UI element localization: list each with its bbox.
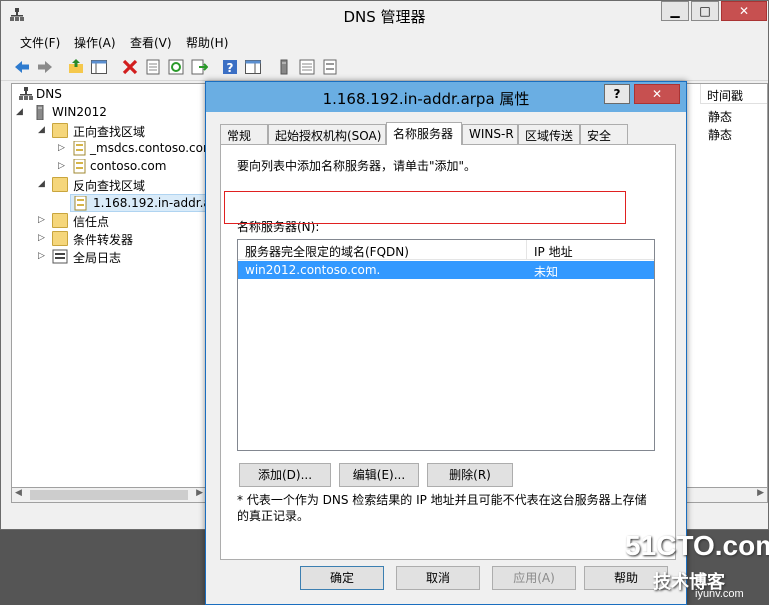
export-list-icon[interactable] <box>190 58 208 76</box>
tree-node-label: 反向查找区域 <box>73 179 146 193</box>
ip-column-header[interactable]: IP 地址 <box>534 243 573 260</box>
dialog-title: 1.168.192.in-addr.arpa 属性 <box>322 90 530 108</box>
collapse-arrow-icon[interactable]: ◢ <box>38 125 48 135</box>
menu-action[interactable]: 操作(A) <box>74 34 116 51</box>
maximize-button[interactable]: □ <box>691 1 719 21</box>
tree-node-label: 1.168.192.in-addr.arpa <box>93 196 206 210</box>
folder-icon <box>52 123 68 138</box>
ip-cell: 未知 <box>534 265 559 279</box>
name-servers-label: 名称服务器(N): <box>237 220 320 234</box>
tree-node-label: 信任点 <box>73 215 110 229</box>
delete-icon[interactable] <box>121 58 139 76</box>
properties-icon[interactable] <box>144 58 162 76</box>
menu-bar: 文件(F) 操作(A) 查看(V) 帮助(H) <box>1 31 768 51</box>
zone-file-icon <box>73 159 86 174</box>
dialog-help-button[interactable]: ? <box>604 84 630 104</box>
console-tree: DNS ◢ WIN2012 ◢ 正向查找区域 ▷ _msdcs.contoso.… <box>11 83 207 503</box>
fqdn-cell: win2012.contoso.com. <box>245 263 381 277</box>
folder-icon <box>52 231 68 246</box>
server-icon[interactable] <box>275 58 293 76</box>
dns-root-icon <box>19 87 33 100</box>
tree-node-label: contoso.com <box>90 159 167 173</box>
menu-view[interactable]: 查看(V) <box>130 34 172 51</box>
help-icon[interactable]: ? <box>221 58 239 76</box>
instruction-text: 要向列表中添加名称服务器，请单击"添加"。 <box>237 159 477 173</box>
ok-button[interactable]: 确定 <box>300 566 384 590</box>
title-bar: DNS 管理器 ▁ □ ✕ <box>1 1 768 30</box>
scroll-right-icon[interactable]: ▶ <box>757 488 764 498</box>
tab-zone-transfers[interactable]: 区域传送 <box>518 124 580 144</box>
tree-horizontal-scrollbar[interactable]: ◀ ▶ <box>11 487 207 503</box>
table-row[interactable]: win2012.contoso.com. 未知 <box>238 261 654 279</box>
scroll-left-icon[interactable]: ◀ <box>15 488 22 498</box>
collapse-arrow-icon[interactable]: ◢ <box>38 179 48 189</box>
cancel-button[interactable]: 取消 <box>396 566 480 590</box>
folder-icon <box>52 213 68 228</box>
timestamp-cell: 静态 <box>708 128 733 142</box>
menu-help[interactable]: 帮助(H) <box>186 34 228 51</box>
expand-arrow-icon[interactable]: ▷ <box>58 161 68 171</box>
tab-soa[interactable]: 起始授权机构(SOA) <box>268 124 386 144</box>
refresh-icon[interactable] <box>167 58 185 76</box>
watermark-site: 51CTO.com <box>625 530 769 561</box>
expand-arrow-icon[interactable]: ▷ <box>38 233 48 243</box>
timestamp-cell: 静态 <box>708 110 733 124</box>
scroll-thumb[interactable] <box>30 490 188 500</box>
up-folder-icon[interactable] <box>67 58 85 76</box>
zone-list-icon[interactable] <box>298 58 316 76</box>
timestamp-column-header[interactable]: 时间戳 <box>700 84 767 104</box>
list-header: 服务器完全限定的域名(FQDN) IP 地址 <box>238 240 654 260</box>
dialog-close-button[interactable]: ✕ <box>634 84 680 104</box>
tree-node-label: 全局日志 <box>73 251 122 265</box>
show-console-tree-icon[interactable] <box>90 58 108 76</box>
tab-security[interactable]: 安全 <box>580 124 628 144</box>
remove-button[interactable]: 删除(R) <box>427 463 513 487</box>
folder-icon <box>52 177 68 192</box>
name-servers-list[interactable]: 服务器完全限定的域名(FQDN) IP 地址 win2012.contoso.c… <box>237 239 655 451</box>
tree-node-label: 正向查找区域 <box>73 125 146 139</box>
scroll-right-icon[interactable]: ▶ <box>196 488 203 498</box>
edit-button[interactable]: 编辑(E)... <box>339 463 419 487</box>
column-separator <box>526 240 527 260</box>
tree-node-label: WIN2012 <box>52 105 107 119</box>
expand-arrow-icon[interactable]: ▷ <box>38 215 48 225</box>
expand-arrow-icon[interactable]: ▷ <box>38 251 48 261</box>
dialog-button-row: 确定 取消 应用(A) 帮助 <box>206 566 686 596</box>
name-servers-panel: 要向列表中添加名称服务器，请单击"添加"。 名称服务器(N): 服务器完全限定的… <box>220 144 676 560</box>
properties-dialog: 1.168.192.in-addr.arpa 属性 ? ✕ 常规 起始授权机构(… <box>205 81 687 605</box>
tree-node-label: DNS <box>36 87 62 101</box>
toolbar: ? <box>1 53 768 81</box>
back-arrow-icon[interactable] <box>13 58 31 76</box>
tree-node-reverse-zone-selected[interactable]: 1.168.192.in-addr.arpa <box>70 194 206 212</box>
tab-general[interactable]: 常规 <box>220 124 268 144</box>
global-logs-icon <box>52 249 68 264</box>
zone-file-icon <box>73 141 86 156</box>
action-pane-icon[interactable] <box>244 58 262 76</box>
close-button[interactable]: ✕ <box>721 1 767 21</box>
details-horizontal-scrollbar[interactable]: ▶ <box>681 487 768 503</box>
tree-node-label: 条件转发器 <box>73 233 134 247</box>
forward-arrow-icon[interactable] <box>36 58 54 76</box>
zone-file-icon <box>74 196 87 211</box>
server-icon <box>36 105 44 120</box>
footnote-text: * 代表一个作为 DNS 检索结果的 IP 地址并且可能不代表在这台服务器上存储… <box>237 493 647 523</box>
records-icon[interactable] <box>321 58 339 76</box>
fqdn-column-header[interactable]: 服务器完全限定的域名(FQDN) <box>245 243 409 260</box>
tab-name-servers[interactable]: 名称服务器 <box>386 122 462 145</box>
watermark-url: iyunv.com <box>695 588 744 600</box>
dialog-title-bar: 1.168.192.in-addr.arpa 属性 ? ✕ <box>206 82 686 112</box>
collapse-arrow-icon[interactable]: ◢ <box>16 107 26 117</box>
tab-strip: 常规 起始授权机构(SOA) 名称服务器 WINS-R 区域传送 安全 <box>220 122 680 145</box>
expand-arrow-icon[interactable]: ▷ <box>58 143 68 153</box>
watermark: 51CTO.com 技术博客 iyunv.com <box>625 528 769 605</box>
details-pane: 时间戳 静态 静态 <box>681 83 768 503</box>
apply-button[interactable]: 应用(A) <box>492 566 576 590</box>
svg-text:?: ? <box>227 61 234 75</box>
menu-file[interactable]: 文件(F) <box>20 34 60 51</box>
tree-node-label: _msdcs.contoso.com <box>90 141 207 155</box>
tab-wins-r[interactable]: WINS-R <box>462 124 518 144</box>
add-button[interactable]: 添加(D)... <box>239 463 331 487</box>
minimize-button[interactable]: ▁ <box>661 1 689 21</box>
window-title: DNS 管理器 <box>343 8 426 26</box>
